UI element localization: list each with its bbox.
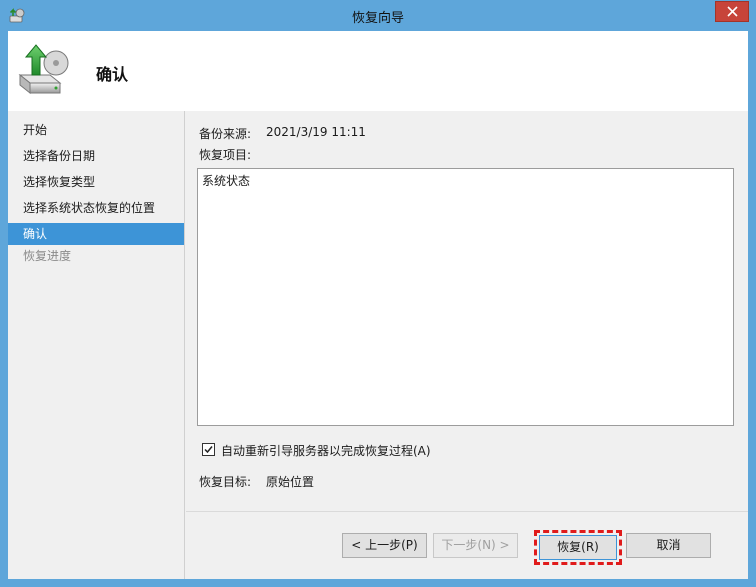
window-title: 恢复向导 [351, 11, 404, 26]
confirmation-panel: 备份来源: 2021/3/19 11:11 恢复项目: 系统状态 自动重新引导服… [186, 111, 748, 579]
nav-item-select-recovery-type[interactable]: 选择恢复类型 [8, 171, 184, 193]
restore-drive-icon [18, 44, 69, 95]
button-separator [186, 511, 748, 512]
cancel-button[interactable]: 取消 [626, 533, 711, 558]
nav-item-recovery-progress: 恢复进度 [23, 249, 72, 263]
recover-target-value: 原始位置 [266, 475, 315, 489]
close-icon [726, 6, 738, 17]
wizard-header: 确认 [8, 31, 748, 111]
auto-reboot-label[interactable]: 自动重新引导服务器以完成恢复过程(A) [221, 442, 431, 459]
wizard-client-area: 确认 开始 选择备份日期 选择恢复类型 选择系统状态恢复的位置 确认 恢复进度 … [8, 31, 748, 579]
auto-reboot-checkbox[interactable] [202, 443, 215, 456]
nav-item-select-backup-date[interactable]: 选择备份日期 [8, 145, 184, 167]
list-item[interactable]: 系统状态 [202, 172, 250, 189]
wizard-step-list: 开始 选择备份日期 选择恢复类型 选择系统状态恢复的位置 确认 恢复进度 [8, 111, 185, 579]
backup-source-value: 2021/3/19 11:11 [266, 125, 366, 139]
recover-items-label: 恢复项目: [199, 148, 252, 162]
checkmark-icon [204, 446, 213, 454]
recover-target-label: 恢复目标: [199, 475, 252, 489]
previous-button[interactable]: < 上一步(P) [342, 533, 427, 558]
nav-item-select-location[interactable]: 选择系统状态恢复的位置 [8, 197, 184, 219]
recover-button[interactable]: 恢复(R) [539, 535, 617, 560]
page-title: 确认 [96, 65, 129, 84]
recovery-wizard-window: 恢复向导 确认 开始 选择备份日期 选择恢复类型 选择系统状态恢复的位置 确认 … [0, 0, 756, 587]
close-button[interactable] [715, 1, 749, 22]
next-button[interactable]: 下一步(N) > [433, 533, 518, 558]
nav-item-start[interactable]: 开始 [8, 119, 184, 141]
nav-item-confirm[interactable]: 确认 [8, 223, 184, 245]
recover-items-list[interactable]: 系统状态 [197, 168, 734, 426]
title-bar[interactable]: 恢复向导 [0, 0, 756, 31]
backup-source-label: 备份来源: [199, 127, 252, 141]
